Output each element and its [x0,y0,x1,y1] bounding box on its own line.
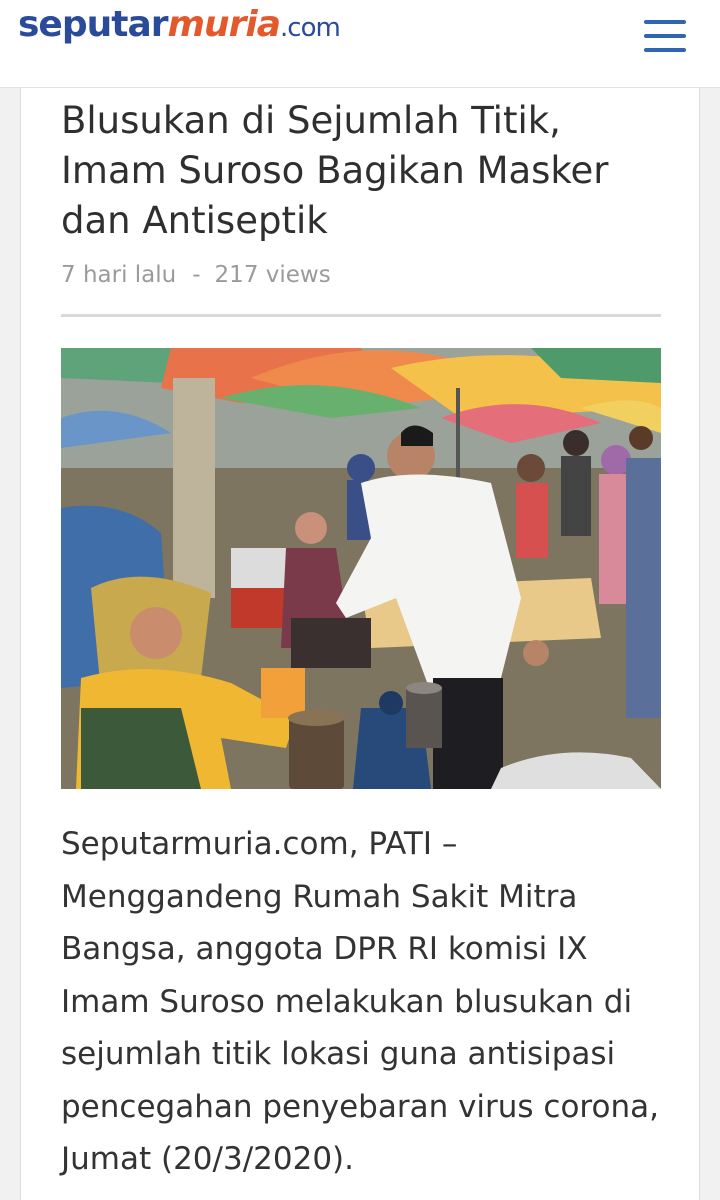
site-logo[interactable]: seputarmuria.com [18,2,341,51]
hamburger-menu-icon-bar [644,34,686,38]
hamburger-menu-button[interactable] [640,16,690,56]
meta-separator: - [192,262,201,288]
hamburger-menu-icon-bar [644,48,686,52]
article-card: Blusukan di Sejumlah Titik, Imam Suroso … [20,88,700,1200]
article-views: 217 views [214,262,331,288]
article-title: Blusukan di Sejumlah Titik, Imam Suroso … [61,99,609,242]
article-photo [61,348,661,789]
logo-part-com: .com [280,13,341,43]
site-header: seputarmuria.com [0,0,720,88]
logo-part-seputar: seputar [18,4,168,45]
article-body: Seputarmuria.com, PATI – Menggandeng Rum… [61,826,659,1177]
logo-part-muria: muria [167,4,282,45]
article-time: 7 hari lalu [61,262,177,288]
meta-divider [61,314,661,317]
article-meta: 7 hari lalu -217 views [61,262,331,288]
hamburger-menu-icon [644,20,686,24]
